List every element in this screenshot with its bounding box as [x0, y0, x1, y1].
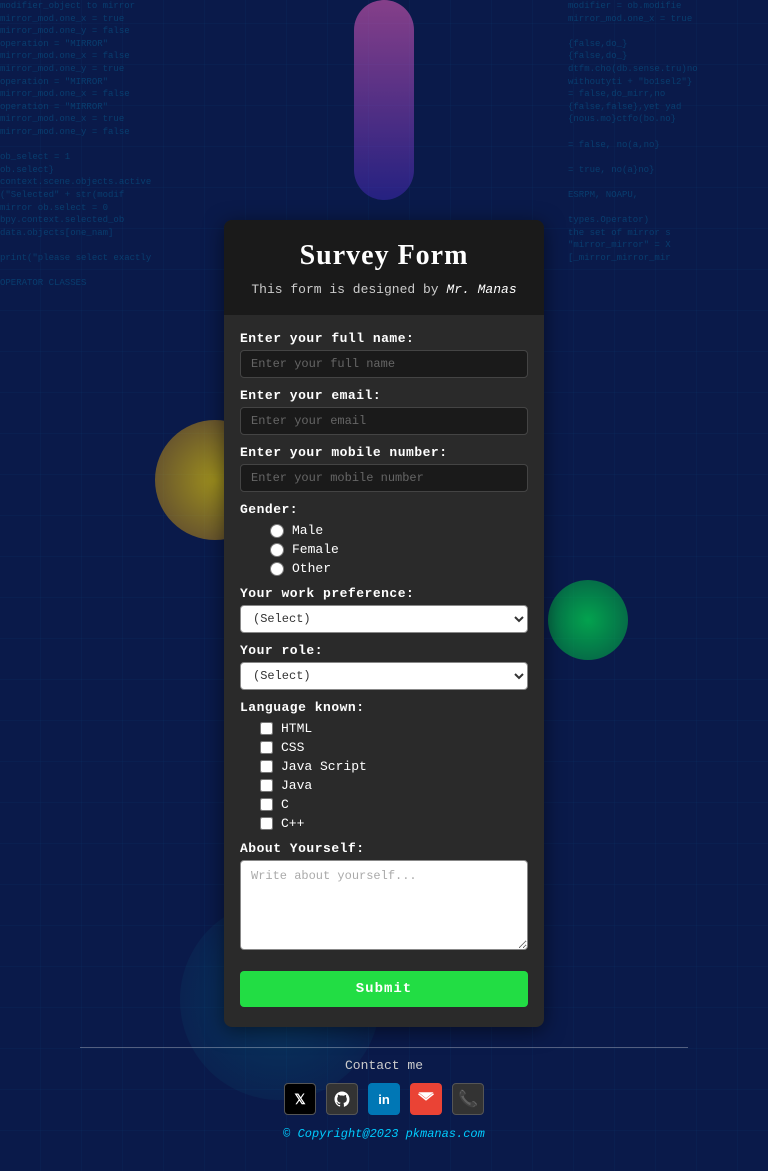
gender-other-radio[interactable] — [270, 562, 284, 576]
form-body: Enter your full name: Enter your email: … — [224, 331, 544, 955]
gender-male-label: Male — [292, 523, 323, 538]
main-container: Survey Form This form is designed by Mr.… — [0, 200, 768, 1171]
gender-female[interactable]: Female — [270, 542, 528, 557]
gender-other[interactable]: Other — [270, 561, 528, 576]
mobile-field-group: Enter your mobile number: — [240, 445, 528, 492]
lang-cpp-checkbox[interactable] — [260, 817, 273, 830]
contact-label: Contact me — [0, 1058, 768, 1073]
email-field-group: Enter your email: — [240, 388, 528, 435]
social-phone[interactable]: 📞 — [452, 1083, 484, 1115]
social-gmail[interactable] — [410, 1083, 442, 1115]
mobile-label: Enter your mobile number: — [240, 445, 528, 460]
lang-cpp-label: C++ — [281, 816, 304, 831]
role-select[interactable]: (Select) Developer Designer Manager Othe… — [240, 662, 528, 690]
email-input[interactable] — [240, 407, 528, 435]
gender-female-radio[interactable] — [270, 543, 284, 557]
lang-java-label: Java — [281, 778, 312, 793]
form-header: Survey Form This form is designed by Mr.… — [224, 220, 544, 315]
subtitle-text: This form is designed by — [251, 282, 446, 297]
lang-html-checkbox[interactable] — [260, 722, 273, 735]
lang-c-label: C — [281, 797, 289, 812]
language-label: Language known: — [240, 700, 528, 715]
lang-c-checkbox[interactable] — [260, 798, 273, 811]
copyright: © Copyright@2023 pkmanas.com — [0, 1127, 768, 1141]
deco-pink — [354, 0, 414, 200]
social-icons: 𝕏 in 📞 — [0, 1083, 768, 1115]
lang-java[interactable]: Java — [260, 778, 528, 793]
about-section: About Yourself: — [240, 841, 528, 955]
form-title: Survey Form — [240, 240, 528, 272]
work-pref-label: Your work preference: — [240, 586, 528, 601]
form-subtitle: This form is designed by Mr. Manas — [240, 282, 528, 297]
gender-male[interactable]: Male — [270, 523, 528, 538]
lang-css[interactable]: CSS — [260, 740, 528, 755]
social-linkedin[interactable]: in — [368, 1083, 400, 1115]
github-icon — [333, 1090, 351, 1108]
submit-button[interactable]: Submit — [240, 971, 528, 1007]
lang-html[interactable]: HTML — [260, 721, 528, 736]
gender-section: Gender: Male Female Other — [240, 502, 528, 576]
lang-c[interactable]: C — [260, 797, 528, 812]
lang-html-label: HTML — [281, 721, 312, 736]
lang-java-checkbox[interactable] — [260, 779, 273, 792]
gmail-icon — [417, 1092, 435, 1106]
footer-divider — [80, 1047, 688, 1048]
name-label: Enter your full name: — [240, 331, 528, 346]
email-label: Enter your email: — [240, 388, 528, 403]
role-label: Your role: — [240, 643, 528, 658]
gender-female-label: Female — [292, 542, 339, 557]
gender-radio-group: Male Female Other — [240, 523, 528, 576]
lang-cpp[interactable]: C++ — [260, 816, 528, 831]
name-input[interactable] — [240, 350, 528, 378]
name-field-group: Enter your full name: — [240, 331, 528, 378]
form-card: Survey Form This form is designed by Mr.… — [224, 220, 544, 1027]
gender-other-label: Other — [292, 561, 331, 576]
work-pref-group: Your work preference: (Select) Remote On… — [240, 586, 528, 633]
lang-css-label: CSS — [281, 740, 304, 755]
mobile-input[interactable] — [240, 464, 528, 492]
role-group: Your role: (Select) Developer Designer M… — [240, 643, 528, 690]
copyright-text: © Copyright@2023 — [283, 1127, 405, 1141]
language-checkbox-group: HTML CSS Java Script Java — [240, 721, 528, 831]
gender-label: Gender: — [240, 502, 528, 517]
copyright-site: pkmanas.com — [406, 1127, 485, 1141]
footer: Contact me 𝕏 in 📞 © Copyright@2023 pkman — [0, 1047, 768, 1141]
lang-js-checkbox[interactable] — [260, 760, 273, 773]
gender-male-radio[interactable] — [270, 524, 284, 538]
lang-js-label: Java Script — [281, 759, 367, 774]
about-label: About Yourself: — [240, 841, 528, 856]
about-textarea[interactable] — [240, 860, 528, 950]
social-github[interactable] — [326, 1083, 358, 1115]
social-x[interactable]: 𝕏 — [284, 1083, 316, 1115]
lang-css-checkbox[interactable] — [260, 741, 273, 754]
subtitle-author: Mr. Manas — [446, 282, 516, 297]
language-section: Language known: HTML CSS Java Script — [240, 700, 528, 831]
work-pref-select[interactable]: (Select) Remote On-site Hybrid — [240, 605, 528, 633]
lang-javascript[interactable]: Java Script — [260, 759, 528, 774]
